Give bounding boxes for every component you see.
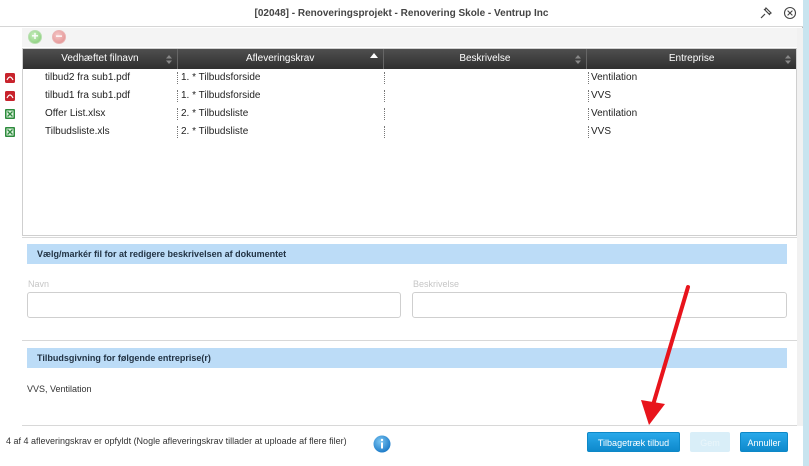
column-divider <box>588 108 589 120</box>
table-row[interactable]: Offer List.xlsx 2. * Tilbudsliste Ventil… <box>1 105 796 123</box>
plus-icon: + <box>31 29 39 43</box>
withdraw-bid-button[interactable]: Tilbagetræk tilbud <box>587 432 680 452</box>
remove-file-button[interactable]: − <box>52 29 66 44</box>
column-divider <box>177 90 178 102</box>
background-strip <box>803 0 809 466</box>
column-divider <box>588 90 589 102</box>
requirements-status: 4 af 4 afleveringskrav er opfyldt (Nogle… <box>6 436 347 446</box>
cell-requirement: 1. * Tilbudsforside <box>181 72 261 83</box>
column-header-requirement[interactable]: Afleveringskrav <box>178 49 384 69</box>
cell-filename: tilbud1 fra sub1.pdf <box>45 90 131 101</box>
table-row[interactable]: Tilbudsliste.xls 2. * Tilbudsliste VVS <box>1 123 796 141</box>
cell-requirement: 2. * Tilbudsliste <box>181 108 249 119</box>
info-icon[interactable] <box>373 435 391 453</box>
divider <box>22 340 797 341</box>
column-divider <box>384 108 385 120</box>
column-divider <box>177 108 178 120</box>
cell-filename: Tilbudsliste.xls <box>45 126 110 137</box>
cell-requirement: 1. * Tilbudsforside <box>181 90 261 101</box>
edit-panel-heading: Vælg/markér fil for at redigere beskrive… <box>27 244 787 264</box>
column-divider <box>588 126 589 138</box>
cell-trade: VVS <box>591 90 612 101</box>
add-file-button[interactable]: + <box>28 29 42 44</box>
trades-value: VVS, Ventilation <box>27 384 92 394</box>
trades-panel-heading: Tilbudsgivning for følgende entreprise(r… <box>27 348 787 368</box>
attachments-grid: Vedhæftet filnavn Afleveringskrav Beskri… <box>5 48 797 236</box>
grid-body: tilbud2 fra sub1.pdf 1. * Tilbudsforside… <box>1 69 796 141</box>
name-label: Navn <box>28 279 50 289</box>
divider <box>22 237 797 238</box>
save-button[interactable]: Gem <box>690 432 730 452</box>
cell-trade: VVS <box>591 126 612 137</box>
sort-ascending-icon <box>369 53 378 58</box>
excel-icon <box>5 127 15 137</box>
column-divider <box>384 126 385 138</box>
pin-icon[interactable] <box>759 6 773 20</box>
title-bar: [02048] - Renoveringsprojekt - Renoverin… <box>0 0 803 27</box>
column-header-description[interactable]: Beskrivelse <box>384 49 588 69</box>
minus-icon: − <box>55 29 63 43</box>
description-input[interactable] <box>412 292 787 318</box>
column-divider <box>177 72 178 84</box>
scrollbar[interactable] <box>797 28 803 426</box>
column-divider <box>384 72 385 84</box>
cell-filename: tilbud2 fra sub1.pdf <box>45 72 131 83</box>
cell-trade: Ventilation <box>591 72 638 83</box>
window-title: [02048] - Renoveringsprojekt - Renoverin… <box>254 8 549 19</box>
excel-icon <box>5 109 15 119</box>
column-divider <box>384 90 385 102</box>
dialog: [02048] - Renoveringsprojekt - Renoverin… <box>0 0 803 466</box>
cancel-button[interactable]: Annuller <box>740 432 788 452</box>
sort-icon <box>575 55 582 64</box>
column-divider <box>588 72 589 84</box>
column-header-trade[interactable]: Entreprise <box>587 49 796 69</box>
column-divider <box>177 126 178 138</box>
cell-filename: Offer List.xlsx <box>45 108 106 119</box>
name-input[interactable] <box>27 292 401 318</box>
column-header-filename[interactable]: Vedhæftet filnavn <box>23 49 178 69</box>
table-row[interactable]: tilbud1 fra sub1.pdf 1. * Tilbudsforside… <box>1 87 796 105</box>
description-label: Beskrivelse <box>413 279 460 289</box>
cell-trade: Ventilation <box>591 108 638 119</box>
pdf-icon <box>5 73 15 83</box>
grid-toolbar: + − <box>22 28 797 47</box>
sort-icon <box>785 55 791 64</box>
pdf-icon <box>5 91 15 101</box>
table-row[interactable]: tilbud2 fra sub1.pdf 1. * Tilbudsforside… <box>1 69 796 87</box>
close-icon[interactable] <box>783 6 797 20</box>
sort-icon <box>165 55 172 64</box>
footer: 4 af 4 afleveringskrav er opfyldt (Nogle… <box>0 426 803 466</box>
cell-requirement: 2. * Tilbudsliste <box>181 126 249 137</box>
grid-header: Vedhæftet filnavn Afleveringskrav Beskri… <box>23 49 796 69</box>
